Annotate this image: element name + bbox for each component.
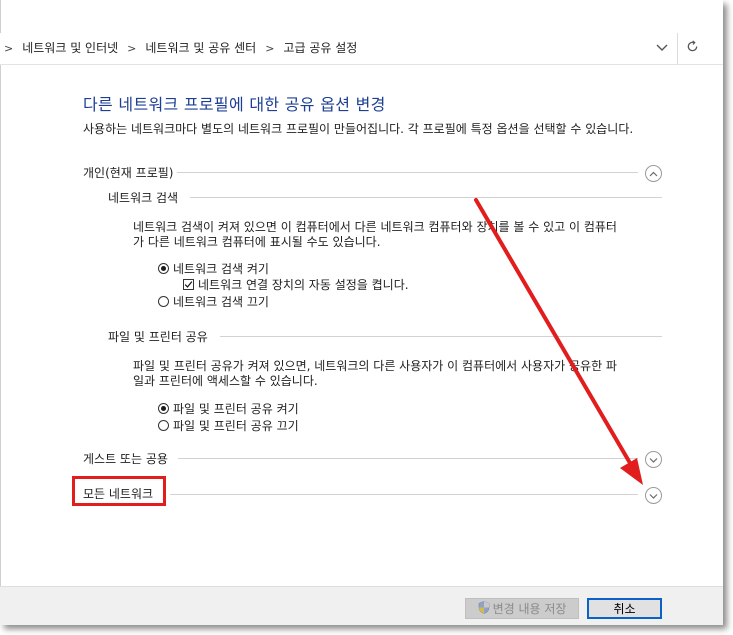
breadcrumb-separator: > xyxy=(265,42,275,55)
file-sharing-off-label: 파일 및 프린터 공유 끄기 xyxy=(173,418,299,433)
radio-unselected-icon[interactable] xyxy=(158,419,169,431)
breadcrumb: > 네트워크 및 인터넷 > 네트워크 및 공유 센터 > 고급 공유 설정 xyxy=(4,33,357,64)
network-discovery-on-radio[interactable]: 네트워크 검색 켜기 xyxy=(158,260,269,276)
cancel-label: 취소 xyxy=(613,602,636,616)
page-title: 다른 네트워크 프로필에 대한 공유 옵션 변경 xyxy=(83,95,386,114)
address-bar[interactable]: > 네트워크 및 인터넷 > 네트워크 및 공유 센터 > 고급 공유 설정 xyxy=(0,33,723,65)
radio-selected-icon[interactable] xyxy=(158,402,169,414)
file-sharing-off-radio[interactable]: 파일 및 프린터 공유 끄기 xyxy=(158,417,299,433)
page-description: 사용하는 네트워크마다 별도의 네트워크 프로필이 만들어집니다. 각 프로필에… xyxy=(83,122,634,136)
chevron-down-circle-icon[interactable] xyxy=(645,451,662,468)
breadcrumb-item-advanced-sharing[interactable]: 고급 공유 설정 xyxy=(283,33,357,64)
annotation-highlight-box xyxy=(72,476,166,506)
network-discovery-on-label: 네트워크 검색 켜기 xyxy=(173,261,269,276)
section-private-header[interactable]: 개인(현재 프로필) xyxy=(83,164,178,181)
address-divider xyxy=(677,33,678,64)
file-sharing-on-label: 파일 및 프린터 공유 켜기 xyxy=(173,401,299,416)
radio-selected-icon[interactable] xyxy=(158,262,169,274)
advanced-sharing-window: > 네트워크 및 인터넷 > 네트워크 및 공유 센터 > 고급 공유 설정 다른 네트워… xyxy=(0,0,723,625)
refresh-icon[interactable] xyxy=(682,40,702,58)
save-changes-button[interactable]: 변경 내용 저장 xyxy=(465,598,579,619)
subsection-divider xyxy=(220,336,662,337)
breadcrumb-separator: > xyxy=(4,42,14,55)
breadcrumb-item-network-sharing-center[interactable]: 네트워크 및 공유 센터 xyxy=(145,33,256,64)
network-discovery-description-line2: 가 다른 네트워크 컴퓨터에 표시될 수도 있습니다. xyxy=(133,235,381,249)
cancel-button[interactable]: 취소 xyxy=(587,598,662,619)
save-changes-label: 변경 내용 저장 xyxy=(492,602,567,616)
section-guest-header[interactable]: 게스트 또는 공용 xyxy=(83,450,172,467)
breadcrumb-separator: > xyxy=(127,42,137,55)
network-discovery-off-label: 네트워크 검색 끄기 xyxy=(173,294,269,309)
auto-setup-label: 네트워크 연결 장치의 자동 설정을 켭니다. xyxy=(198,277,409,292)
section-divider xyxy=(178,458,638,459)
chevron-down-circle-icon[interactable] xyxy=(645,487,662,504)
checkmark-icon[interactable] xyxy=(183,278,194,290)
file-sharing-description-line2: 일과 프린터에 액세스할 수 있습니다. xyxy=(133,374,318,388)
file-sharing-description-line1: 파일 및 프린터 공유가 켜져 있으면, 네트워크의 다른 사용자가 이 컴퓨터… xyxy=(133,359,617,373)
dialog-footer: 변경 내용 저장 취소 xyxy=(0,586,723,625)
network-discovery-off-radio[interactable]: 네트워크 검색 끄기 xyxy=(158,293,269,309)
chevron-down-icon[interactable] xyxy=(652,40,672,58)
window-left-border xyxy=(0,0,1,625)
network-discovery-description-line1: 네트워크 검색이 켜져 있으면 이 컴퓨터에서 다른 네트워크 컴퓨터와 장치를… xyxy=(133,220,617,234)
radio-unselected-icon[interactable] xyxy=(158,295,169,307)
subsection-network-discovery-header: 네트워크 검색 xyxy=(108,189,183,206)
subsection-file-sharing-header: 파일 및 프린터 공유 xyxy=(108,328,212,345)
section-divider xyxy=(170,494,638,495)
file-sharing-on-radio[interactable]: 파일 및 프린터 공유 켜기 xyxy=(158,400,299,416)
auto-setup-checkbox[interactable]: 네트워크 연결 장치의 자동 설정을 켭니다. xyxy=(183,276,409,292)
breadcrumb-item-network-internet[interactable]: 네트워크 및 인터넷 xyxy=(22,33,118,64)
chevron-up-circle-icon[interactable] xyxy=(645,165,662,182)
subsection-divider xyxy=(190,197,662,198)
uac-shield-icon xyxy=(478,600,490,617)
